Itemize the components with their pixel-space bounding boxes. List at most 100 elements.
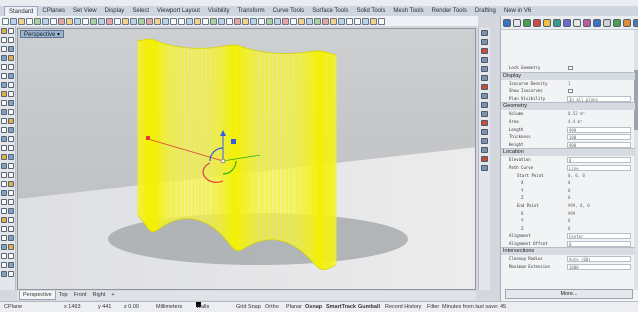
gumball-z-scale-handle[interactable] — [231, 139, 236, 144]
tool-icon[interactable] — [1, 64, 7, 70]
property-value-field[interactable]: 100 — [567, 134, 631, 141]
tool-icon[interactable] — [8, 208, 14, 214]
tab-cplanes[interactable]: CPlanes — [38, 6, 69, 16]
toggle-gumball[interactable]: Gumball — [358, 302, 380, 312]
property-page-icon[interactable] — [553, 18, 561, 27]
dock-panel-icon[interactable] — [481, 48, 488, 54]
tool-icon[interactable] — [8, 127, 14, 133]
tab-set-view[interactable]: Set View — [69, 6, 101, 16]
tool-icon[interactable] — [8, 100, 14, 106]
tool-icon[interactable] — [1, 190, 7, 196]
units-label[interactable]: Millimeters — [156, 302, 182, 312]
tab-drafting[interactable]: Drafting — [471, 6, 500, 16]
tab-standard[interactable]: Standard — [4, 6, 39, 16]
print-icon[interactable] — [378, 17, 385, 25]
tool-icon[interactable] — [8, 226, 14, 232]
new-icon[interactable] — [178, 17, 185, 25]
view-tab-front[interactable]: Front — [71, 291, 90, 300]
undo-icon[interactable] — [234, 17, 241, 25]
tool-icon[interactable] — [8, 163, 14, 169]
tool-icon[interactable] — [8, 91, 14, 97]
select-icon[interactable] — [282, 17, 289, 25]
tool-icon[interactable] — [1, 271, 7, 277]
lock-icon[interactable] — [306, 17, 313, 25]
tool-icon[interactable] — [8, 118, 14, 124]
open-icon[interactable] — [186, 17, 193, 25]
viewport-menu-arrow-icon[interactable]: ▾ — [57, 32, 60, 38]
pan-icon[interactable] — [66, 17, 73, 25]
show-isocurves-checkbox[interactable] — [568, 88, 573, 94]
zoom-window-icon[interactable] — [90, 17, 97, 25]
section-intersections[interactable]: Intersections — [501, 247, 635, 256]
tool-icon[interactable] — [8, 73, 14, 79]
tool-icon[interactable] — [1, 235, 7, 241]
pan-icon[interactable] — [242, 17, 249, 25]
section-geometry[interactable]: Geometry — [501, 102, 635, 111]
tool-icon[interactable] — [1, 253, 7, 259]
select-icon[interactable] — [106, 17, 113, 25]
property-page-icon[interactable] — [563, 18, 571, 27]
toggle-record-history[interactable]: Record History — [385, 302, 421, 312]
more-button[interactable]: More... — [505, 289, 633, 299]
tool-icon[interactable] — [1, 46, 7, 52]
tool-icon[interactable] — [1, 82, 7, 88]
tab-surface-tools[interactable]: Surface Tools — [308, 6, 352, 16]
tool-icon[interactable] — [8, 37, 14, 43]
help-icon[interactable] — [346, 17, 353, 25]
zoom-extents-icon[interactable] — [98, 17, 105, 25]
view-tab-perspective[interactable]: Perspective — [19, 291, 56, 300]
lock-geometry-checkbox[interactable] — [568, 65, 573, 70]
dock-panel-icon[interactable] — [481, 93, 488, 99]
tool-icon[interactable] — [1, 37, 7, 43]
options-icon[interactable] — [338, 17, 345, 25]
dock-panel-icon[interactable] — [481, 75, 488, 81]
paste-icon[interactable] — [50, 17, 57, 25]
lock-icon[interactable] — [130, 17, 137, 25]
viewport-title[interactable]: Perspective ▾ — [20, 30, 65, 38]
view-tab-top[interactable]: Top — [56, 291, 71, 300]
tab-display[interactable]: Display — [101, 6, 129, 16]
tool-icon[interactable] — [8, 262, 14, 268]
tool-icon[interactable] — [8, 235, 14, 241]
property-page-icon[interactable] — [593, 18, 601, 27]
zoom-window-icon[interactable] — [266, 17, 273, 25]
property-page-icon[interactable] — [533, 18, 541, 27]
cut-icon[interactable] — [34, 17, 41, 25]
dock-panel-icon[interactable] — [481, 30, 488, 36]
layer-icon[interactable] — [138, 17, 145, 25]
tool-icon[interactable] — [1, 109, 7, 115]
property-page-icon[interactable] — [623, 18, 631, 27]
tool-icon[interactable] — [8, 253, 14, 259]
tab-transform[interactable]: Transform — [233, 6, 268, 16]
view-tab-right[interactable]: Right — [89, 291, 108, 300]
material-icon[interactable] — [154, 17, 161, 25]
property-value-field[interactable]: Auto (60) — [567, 256, 631, 263]
hide-icon[interactable] — [122, 17, 129, 25]
tool-icon[interactable] — [1, 91, 7, 97]
new-icon[interactable] — [354, 17, 361, 25]
render-icon[interactable] — [146, 17, 153, 25]
tab-mesh-tools[interactable]: Mesh Tools — [389, 6, 427, 16]
rotate-view-icon[interactable] — [250, 17, 257, 25]
property-page-icon[interactable] — [613, 18, 621, 27]
tool-icon[interactable] — [1, 118, 7, 124]
property-page-icon[interactable] — [513, 18, 521, 27]
tool-icon[interactable] — [1, 244, 7, 250]
property-value-field[interactable]: Line — [567, 164, 631, 171]
zoom-icon[interactable] — [82, 17, 89, 25]
save-icon[interactable] — [194, 17, 201, 25]
property-value-field[interactable]: 0 — [567, 240, 631, 247]
perspective-viewport[interactable]: Perspective ▾ — [17, 28, 476, 290]
save-icon[interactable] — [18, 17, 25, 25]
tab-select[interactable]: Select — [128, 6, 153, 16]
undo-icon[interactable] — [58, 17, 65, 25]
show-icon[interactable] — [290, 17, 297, 25]
open-icon[interactable] — [362, 17, 369, 25]
property-page-icon[interactable] — [583, 18, 591, 27]
dock-panel-icon[interactable] — [481, 102, 488, 108]
property-page-icon[interactable] — [523, 18, 531, 27]
gumball-x-handle[interactable] — [146, 136, 150, 140]
property-page-icon[interactable] — [503, 18, 511, 27]
zoom-icon[interactable] — [258, 17, 265, 25]
tool-icon[interactable] — [8, 244, 14, 250]
